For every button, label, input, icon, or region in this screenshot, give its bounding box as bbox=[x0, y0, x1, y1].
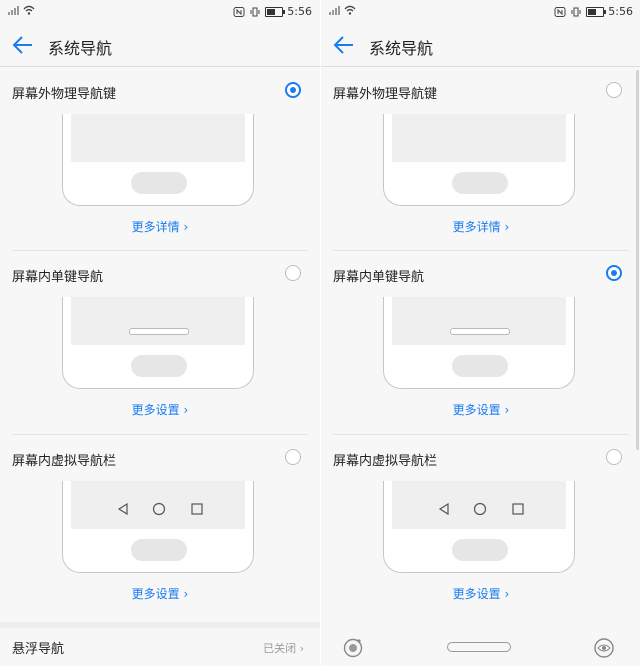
nav-pill-shape bbox=[129, 328, 189, 335]
more-settings-link[interactable]: 更多设置 › bbox=[321, 585, 640, 602]
option-virtual-bar-radio[interactable] bbox=[606, 449, 622, 465]
status-bar: 5:56 bbox=[0, 0, 320, 24]
single-key-illustration bbox=[383, 297, 575, 389]
nfc-icon bbox=[554, 6, 566, 17]
physical-keys-illustration bbox=[383, 114, 575, 206]
option-physical-keys-radio[interactable] bbox=[606, 82, 622, 98]
status-bar: 5:56 bbox=[321, 0, 640, 24]
home-button-shape bbox=[452, 172, 508, 194]
more-settings-link[interactable]: 更多设置 › bbox=[0, 585, 320, 602]
page-title: 系统导航 bbox=[369, 39, 434, 58]
floating-dock-icon[interactable] bbox=[343, 638, 363, 658]
nav-keys-icon bbox=[117, 502, 203, 516]
home-button-shape bbox=[131, 172, 187, 194]
vibrate-icon bbox=[571, 7, 581, 16]
app-bar: 系统导航 bbox=[0, 24, 320, 66]
option-physical-keys-label: 屏幕外物理导航键 bbox=[12, 87, 117, 102]
battery-icon bbox=[586, 6, 607, 17]
right-screen: 5:56 系统导航 屏幕外物理导航键 更多详情 › 屏幕内单键导航 更多设置 ›… bbox=[321, 0, 640, 666]
option-physical-keys-radio[interactable] bbox=[285, 82, 301, 98]
home-button-shape bbox=[131, 539, 187, 561]
more-settings-link[interactable]: 更多设置 › bbox=[321, 401, 640, 418]
app-bar: 系统导航 bbox=[321, 24, 640, 66]
vibrate-icon bbox=[250, 7, 260, 16]
status-time: 5:56 bbox=[287, 5, 312, 18]
more-settings-link[interactable]: 更多设置 › bbox=[0, 401, 320, 418]
more-details-link[interactable]: 更多详情 › bbox=[0, 218, 320, 235]
option-virtual-bar-label: 屏幕内虚拟导航栏 bbox=[333, 454, 438, 469]
physical-keys-illustration bbox=[62, 114, 254, 206]
home-button-shape bbox=[131, 355, 187, 377]
floating-nav-label: 悬浮导航 bbox=[12, 642, 65, 657]
nfc-icon bbox=[233, 6, 245, 17]
virtual-bar-illustration bbox=[383, 481, 575, 573]
back-arrow-icon[interactable] bbox=[12, 35, 34, 55]
option-single-key-radio[interactable] bbox=[606, 265, 622, 281]
option-virtual-bar-radio[interactable] bbox=[285, 449, 301, 465]
eye-comfort-icon[interactable] bbox=[593, 638, 615, 658]
signal-icon bbox=[8, 6, 19, 15]
home-pill-button[interactable] bbox=[447, 642, 511, 652]
wifi-icon bbox=[344, 5, 356, 15]
single-key-illustration bbox=[62, 297, 254, 389]
option-single-key-label: 屏幕内单键导航 bbox=[333, 270, 425, 285]
status-time: 5:56 bbox=[608, 5, 633, 18]
gesture-bar bbox=[321, 630, 640, 666]
option-physical-keys-label: 屏幕外物理导航键 bbox=[333, 87, 438, 102]
virtual-bar-illustration bbox=[62, 481, 254, 573]
nav-keys-icon bbox=[438, 502, 524, 516]
option-single-key-label: 屏幕内单键导航 bbox=[12, 270, 104, 285]
wifi-icon bbox=[23, 5, 35, 15]
option-virtual-bar-label: 屏幕内虚拟导航栏 bbox=[12, 454, 117, 469]
home-button-shape bbox=[452, 355, 508, 377]
back-arrow-icon[interactable] bbox=[333, 35, 355, 55]
left-screen: 5:56 系统导航 屏幕外物理导航键 更多详情 › 屏幕内单键导航 更多设置 ›… bbox=[0, 0, 320, 666]
more-details-link[interactable]: 更多详情 › bbox=[321, 218, 640, 235]
signal-icon bbox=[329, 6, 340, 15]
scrollbar[interactable] bbox=[636, 70, 639, 450]
nav-pill-shape bbox=[450, 328, 510, 335]
home-button-shape bbox=[452, 539, 508, 561]
floating-nav-status: 已关闭 › bbox=[263, 642, 304, 655]
floating-nav-row[interactable]: 悬浮导航 已关闭 › bbox=[0, 628, 320, 666]
page-title: 系统导航 bbox=[48, 39, 113, 58]
battery-icon bbox=[265, 6, 286, 17]
option-single-key-radio[interactable] bbox=[285, 265, 301, 281]
